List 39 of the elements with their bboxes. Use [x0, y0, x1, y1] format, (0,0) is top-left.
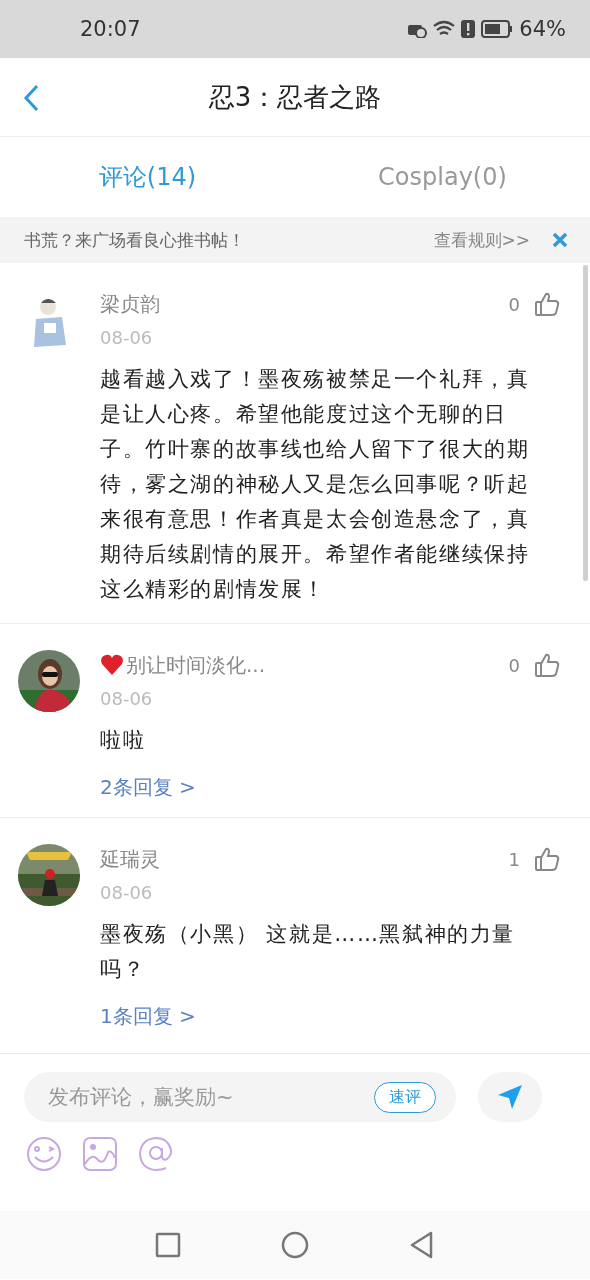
like-count: 0 — [508, 293, 520, 315]
thumbs-up-icon[interactable] — [534, 652, 560, 678]
quick-review-button[interactable]: 速评 — [374, 1081, 436, 1113]
replies-link[interactable]: 2条回复 > — [100, 774, 196, 801]
recent-apps-icon[interactable] — [155, 1232, 181, 1258]
comment-input[interactable]: 发布评论，赢奖励~ 速评 — [24, 1072, 456, 1122]
home-icon[interactable] — [281, 1231, 309, 1259]
mention-icon[interactable] — [138, 1136, 174, 1172]
replies-link[interactable]: 1条回复 > — [100, 1003, 196, 1030]
thumbs-up-icon[interactable] — [534, 291, 560, 317]
comment-text: 墨夜殇（小黑） 这就是……黑弑神的力量吗？ — [100, 921, 517, 983]
emoji-icon[interactable] — [26, 1136, 62, 1172]
comment-date: 08-06 — [100, 882, 154, 903]
like-count: 0 — [508, 654, 520, 676]
tab[interactable]: 评论(14) — [0, 161, 295, 193]
user-name[interactable]: 梁贞韵 — [100, 290, 160, 318]
user-name[interactable]: 别让时间淡化... — [126, 651, 266, 679]
clock-time: 20:07 — [80, 17, 141, 41]
page-title: 忍3：忍者之路 — [207, 80, 383, 114]
comment-date: 08-06 — [100, 327, 154, 348]
image-icon[interactable] — [82, 1136, 118, 1172]
back-nav-icon[interactable] — [409, 1231, 435, 1259]
battery-percent: 64% — [519, 17, 566, 41]
tab[interactable]: Cosplay(0) — [295, 163, 590, 191]
alert-icon — [461, 20, 476, 38]
thumbs-up-icon[interactable] — [534, 846, 560, 872]
banner-text: 书荒？来广场看良心推书帖！ — [24, 228, 246, 252]
comment-text: 越看越入戏了！墨夜殇被禁足一个礼拜，真是让人心疼。希望他能度过这个无聊的日子。竹叶寨的故事线也给人留下了很大的期待，雾之湖的神秘人又是怎么回事呢？听起来很有意思！作者真是太会创造悬念了，真期待后续剧情的展开。希望作者能继续保持这么精彩的剧情发展！ — [100, 366, 531, 603]
comment-text: 啦啦 — [100, 727, 147, 754]
heart-icon — [100, 654, 124, 676]
comment-date: 08-06 — [100, 688, 154, 709]
user-name[interactable]: 延瑞灵 — [100, 845, 160, 873]
send-button[interactable] — [478, 1072, 542, 1122]
battery-icon — [481, 20, 514, 38]
like-count: 1 — [508, 848, 520, 870]
close-icon[interactable] — [552, 232, 568, 248]
rules-link[interactable]: 查看规则>> — [433, 228, 530, 252]
wifi-icon — [433, 20, 456, 38]
send-icon — [496, 1083, 524, 1111]
